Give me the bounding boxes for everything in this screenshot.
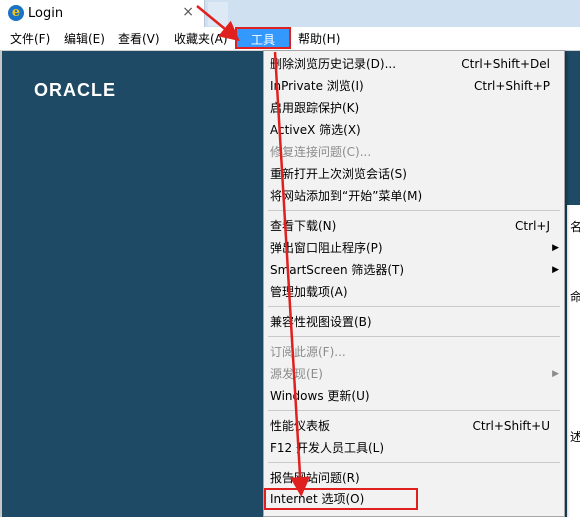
menu-separator: [268, 410, 560, 411]
menu-view[interactable]: 查看(V): [118, 30, 160, 47]
menu-separator: [268, 210, 560, 211]
new-tab-button[interactable]: [208, 2, 228, 26]
menu-item-compat-view[interactable]: 兼容性视图设置(B): [264, 311, 564, 333]
submenu-arrow-icon: ▶: [552, 265, 559, 275]
login-panel-edge: [567, 205, 580, 517]
menu-item-view-downloads[interactable]: 查看下载(N) Ctrl+J: [264, 215, 564, 237]
menu-item-popup-blocker[interactable]: 弹出窗口阻止程序(P) ▶: [264, 237, 564, 259]
menu-item-delete-history[interactable]: 删除浏览历史记录(D)... Ctrl+Shift+Del: [264, 53, 564, 75]
menu-item-subscribe-feed: 订阅此源(F)...: [270, 345, 346, 359]
internet-explorer-icon: e: [8, 5, 24, 21]
panel-text: 名: [570, 220, 580, 234]
menu-favorites[interactable]: 收藏夹(A): [174, 30, 228, 47]
submenu-arrow-icon: ▶: [552, 369, 559, 379]
menu-item-report-site[interactable]: 报告网站问题(R): [264, 467, 564, 489]
menu-separator: [268, 336, 560, 337]
menu-item-add-to-start[interactable]: 将网站添加到“开始”菜单(M): [264, 185, 564, 207]
tab-login[interactable]: e Login ×: [0, 0, 205, 27]
menu-file[interactable]: 文件(F): [10, 30, 50, 47]
menu-item-tracking-protection[interactable]: 启用跟踪保护(K): [264, 97, 564, 119]
menu-item-feed-discovery: 源发现(E) ▶: [264, 363, 564, 385]
menu-edit[interactable]: 编辑(E): [64, 30, 105, 47]
menu-separator: [268, 462, 560, 463]
menu-item-reopen-session[interactable]: 重新打开上次浏览会话(S): [264, 163, 564, 185]
menu-tools[interactable]: 工具(T): [235, 27, 291, 69]
menu-item-internet-options[interactable]: Internet 选项(O): [264, 488, 418, 510]
panel-text: 述: [570, 430, 580, 444]
menu-help[interactable]: 帮助(H): [298, 30, 340, 47]
tab-close-icon[interactable]: ×: [182, 4, 194, 20]
tab-title: Login: [28, 6, 64, 21]
panel-text: 命: [570, 290, 580, 304]
menu-item-f12-dev-tools[interactable]: F12 开发人员工具(L): [264, 437, 564, 459]
menu-item-smartscreen[interactable]: SmartScreen 筛选器(T) ▶: [264, 259, 564, 281]
menu-item-fix-connection: 修复连接问题(C)...: [270, 145, 372, 159]
submenu-arrow-icon: ▶: [552, 243, 559, 253]
menu-bar: 文件(F) 编辑(E) 查看(V) 收藏夹(A) 工具(T) 帮助(H): [0, 27, 580, 69]
menu-separator: [268, 306, 560, 307]
tools-dropdown-menu: 删除浏览历史记录(D)... Ctrl+Shift+Del InPrivate …: [263, 50, 565, 517]
menu-item-windows-update[interactable]: Windows 更新(U): [264, 385, 564, 407]
menu-item-manage-addons[interactable]: 管理加载项(A): [264, 281, 564, 303]
page-edge: [0, 51, 2, 517]
oracle-logo: ORACLE: [34, 80, 116, 100]
tab-strip: e Login ×: [0, 0, 580, 27]
menu-item-inprivate[interactable]: InPrivate 浏览(I) Ctrl+Shift+P: [264, 75, 564, 97]
menu-item-performance-dashboard[interactable]: 性能仪表板 Ctrl+Shift+U: [264, 415, 564, 437]
menu-item-activex-filter[interactable]: ActiveX 筛选(X): [264, 119, 564, 141]
